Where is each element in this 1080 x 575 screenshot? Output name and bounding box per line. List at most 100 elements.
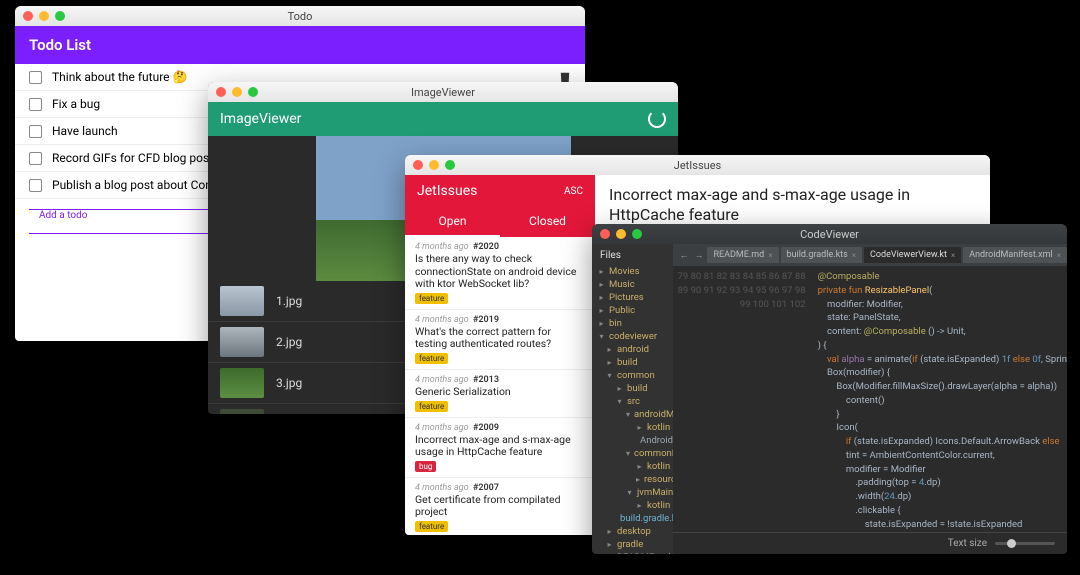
tree-node[interactable]: ▸gradle — [598, 538, 673, 551]
tab-closed[interactable]: Closed — [500, 207, 595, 237]
checkbox-icon[interactable] — [29, 125, 42, 138]
close-tab-icon[interactable]: × — [951, 251, 955, 260]
text-size-slider[interactable] — [995, 542, 1055, 545]
editor-tab-bar: ← → README.md×build.gradle.kts×CodeViewe… — [673, 244, 1067, 266]
disclosure-icon[interactable]: ▸ — [606, 345, 613, 354]
zoom-icon[interactable] — [248, 87, 258, 97]
tree-node[interactable]: ▾ androidMain — [598, 408, 673, 421]
status-bar: Text size — [673, 532, 1067, 554]
disclosure-icon[interactable]: ▸ — [616, 384, 623, 393]
disclosure-icon[interactable]: ▸ — [636, 475, 640, 484]
disclosure-icon[interactable]: ▾ — [616, 397, 623, 406]
tree-node[interactable]: ▸Pictures — [598, 291, 673, 304]
disclosure-icon[interactable]: ▸ — [598, 267, 605, 276]
nav-back-icon[interactable]: ← — [677, 250, 690, 261]
disclosure-icon[interactable]: ▸ — [598, 280, 605, 289]
tab-open[interactable]: Open — [405, 207, 500, 237]
minimize-icon[interactable] — [429, 160, 439, 170]
tree-node[interactable]: ▸desktop — [598, 525, 673, 538]
disclosure-icon[interactable]: ▾ — [626, 449, 630, 458]
editor-tab[interactable]: build.gradle.kts× — [781, 247, 863, 263]
tree-node[interactable]: ▸resources — [598, 473, 673, 486]
disclosure-icon[interactable]: ▸ — [606, 358, 613, 367]
imageviewer-titlebar[interactable]: ImageViewer — [208, 82, 678, 102]
checkbox-icon[interactable] — [29, 98, 42, 111]
minimize-icon[interactable] — [232, 87, 242, 97]
tree-node[interactable]: ▾src — [598, 395, 673, 408]
close-tab-icon[interactable]: × — [1057, 251, 1061, 260]
minimize-icon[interactable] — [616, 229, 626, 239]
tree-node[interactable]: ▸bin — [598, 317, 673, 330]
tree-node[interactable]: ▸ android — [598, 343, 673, 356]
issue-row[interactable]: 4 months ago #2020 Is there any way to c… — [405, 237, 595, 310]
tree-node[interactable]: ▾commonMain — [598, 447, 673, 460]
disclosure-icon[interactable]: ▸ — [598, 319, 605, 328]
tree-label: androidMain — [634, 409, 673, 420]
disclosure-icon[interactable]: ▸ — [636, 423, 643, 432]
tree-node[interactable]: ▸Movies — [598, 265, 673, 278]
tree-node[interactable]: ▸kotlin — [598, 421, 673, 434]
tree-label: Music — [609, 279, 635, 290]
disclosure-icon[interactable]: ▾ — [626, 410, 630, 419]
zoom-icon[interactable] — [632, 229, 642, 239]
tree-node[interactable]: ▸ build — [598, 356, 673, 369]
tree-label: build — [627, 383, 648, 394]
disclosure-icon[interactable]: ▾ — [626, 488, 633, 497]
issue-tag: bug — [415, 461, 436, 472]
disclosure-icon[interactable]: ▸ — [598, 306, 605, 315]
refresh-icon[interactable] — [648, 110, 666, 128]
checkbox-icon[interactable] — [29, 71, 42, 84]
thumbnail-image — [220, 368, 264, 398]
tree-label: android — [617, 344, 649, 355]
minimize-icon[interactable] — [39, 11, 49, 21]
tree-node[interactable]: build.gradle.kts — [598, 512, 673, 525]
disclosure-icon[interactable]: ▸ — [606, 527, 613, 536]
tree-node[interactable]: AndroidManifest.xml — [598, 434, 673, 447]
tree-node[interactable]: ▸kotlin — [598, 460, 673, 473]
tree-node[interactable]: README.md — [598, 551, 673, 554]
zoom-icon[interactable] — [55, 11, 65, 21]
issue-number: #2020 — [473, 242, 499, 252]
tree-node[interactable]: ▸kotlin — [598, 499, 673, 512]
tree-node[interactable]: ▾jvmMain — [598, 486, 673, 499]
tree-node[interactable]: ▾codeviewer — [598, 330, 673, 343]
issue-row[interactable]: 4 months ago #2019 What's the correct pa… — [405, 310, 595, 370]
close-icon[interactable] — [600, 229, 610, 239]
file-tree[interactable]: Files ▸Movies▸Music▸Pictures▸Public▸bin▾… — [592, 244, 673, 554]
tree-node[interactable]: ▸Public — [598, 304, 673, 317]
codeviewer-window: CodeViewer Files ▸Movies▸Music▸Pictures▸… — [592, 224, 1067, 554]
issue-row[interactable]: 4 months ago #2013 Generic Serialization… — [405, 370, 595, 418]
issue-row[interactable]: 4 months ago #2009 Incorrect max-age and… — [405, 418, 595, 478]
close-icon[interactable] — [216, 87, 226, 97]
jetissues-titlebar[interactable]: JetIssues — [405, 155, 990, 175]
line-gutter: 79 80 81 82 83 84 85 86 87 88 89 90 91 9… — [673, 266, 813, 532]
editor-tab[interactable]: CodeViewerView.kt× — [864, 247, 961, 263]
disclosure-icon[interactable]: ▾ — [598, 332, 605, 341]
disclosure-icon[interactable]: ▸ — [606, 540, 613, 549]
checkbox-icon[interactable] — [29, 179, 42, 192]
todo-titlebar[interactable]: Todo — [15, 6, 585, 26]
close-tab-icon[interactable]: × — [768, 251, 772, 260]
codeviewer-titlebar[interactable]: CodeViewer — [592, 224, 1067, 244]
editor-tab[interactable]: AndroidManifest.xml × — [963, 247, 1067, 263]
checkbox-icon[interactable] — [29, 152, 42, 165]
disclosure-icon[interactable]: ▸ — [636, 462, 643, 471]
close-icon[interactable] — [23, 11, 33, 21]
nav-forward-icon[interactable]: → — [692, 250, 705, 261]
issue-title: What's the correct pattern for testing a… — [415, 326, 585, 351]
sort-toggle[interactable]: ASC — [564, 186, 583, 197]
zoom-icon[interactable] — [445, 160, 455, 170]
tree-label: build — [617, 357, 638, 368]
disclosure-icon[interactable]: ▾ — [606, 371, 613, 380]
editor-tab[interactable]: README.md× — [707, 247, 778, 263]
tree-node[interactable]: ▸ Music — [598, 278, 673, 291]
code-area[interactable]: 79 80 81 82 83 84 85 86 87 88 89 90 91 9… — [673, 266, 1067, 532]
close-tab-icon[interactable]: × — [852, 251, 856, 260]
disclosure-icon[interactable]: ▸ — [636, 501, 643, 510]
tab-label: AndroidManifest.xml — [969, 250, 1053, 260]
disclosure-icon[interactable]: ▸ — [598, 293, 605, 302]
tree-node[interactable]: ▾common — [598, 369, 673, 382]
close-icon[interactable] — [413, 160, 423, 170]
tree-node[interactable]: ▸ build — [598, 382, 673, 395]
issue-row[interactable]: 4 months ago #2007 Get certificate from … — [405, 478, 595, 535]
